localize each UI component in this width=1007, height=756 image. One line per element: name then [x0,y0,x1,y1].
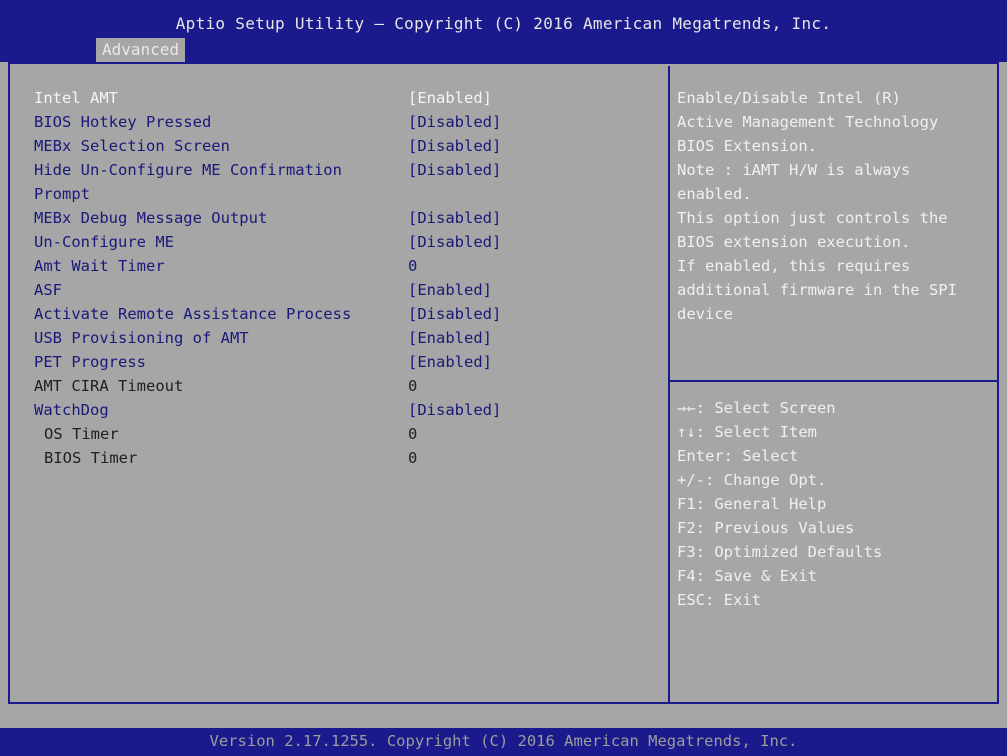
setting-os-timer-label: OS Timer [44,425,119,443]
setting-unconfigure-me-value[interactable]: [Disabled] [408,230,501,254]
keyhelp-enter: Enter: Select [677,447,799,465]
setting-mebx-selection-label[interactable]: MEBx Selection Screen [34,134,230,158]
setting-hide-unconfigure-label[interactable]: Hide Un-Configure ME Confirmation [34,158,342,182]
setting-watchdog-label[interactable]: WatchDog [34,398,109,422]
setting-usb-provisioning-value[interactable]: [Enabled] [408,326,492,350]
setting-remote-assist-value[interactable]: [Disabled] [408,302,501,326]
setting-intel-amt-label[interactable]: Intel AMT [34,86,118,110]
setting-amt-cira-label: AMT CIRA Timeout [34,377,184,395]
setting-asf-label[interactable]: ASF [34,278,62,302]
tab-advanced[interactable]: Advanced [96,38,186,62]
setting-amt-wait-timer-label[interactable]: Amt Wait Timer [34,254,165,278]
keyhelp-select-screen: →←: Select Screen [677,399,836,417]
keyhelp-f1: F1: General Help [677,495,827,513]
help-description: Enable/Disable Intel (R) Active Manageme… [677,89,957,323]
footer-bar: Version 2.17.1255. Copyright (C) 2016 Am… [0,728,1007,756]
setting-mebx-debug-value[interactable]: [Disabled] [408,206,501,230]
panel-divider [668,66,670,702]
keyhelp-f4: F4: Save & Exit [677,567,817,585]
keyhelp-f2: F2: Previous Values [677,519,855,537]
setting-bios-timer-value: 0 [408,449,418,467]
setting-remote-assist-label[interactable]: Activate Remote Assistance Process [34,302,351,326]
version-text: Version 2.17.1255. Copyright (C) 2016 Am… [209,732,798,750]
setting-amt-wait-timer-value[interactable]: 0 [408,254,417,278]
setting-watchdog-value[interactable]: [Disabled] [408,398,501,422]
setting-pet-progress-value[interactable]: [Enabled] [408,350,492,374]
setting-intel-amt-value[interactable]: [Enabled] [408,86,492,110]
setting-pet-progress-label[interactable]: PET Progress [34,350,146,374]
keyhelp-change-opt: +/-: Change Opt. [677,471,827,489]
setting-asf-value[interactable]: [Enabled] [408,278,492,302]
setting-os-timer-value: 0 [408,425,418,443]
setting-bios-hotkey-value[interactable]: [Disabled] [408,110,501,134]
setting-bios-hotkey-label[interactable]: BIOS Hotkey Pressed [34,110,211,134]
window-title: Aptio Setup Utility – Copyright (C) 2016… [175,14,832,33]
setting-mebx-debug-label[interactable]: MEBx Debug Message Output [34,206,267,230]
setting-bios-timer-label: BIOS Timer [44,449,138,467]
keyhelp-f3: F3: Optimized Defaults [677,543,883,561]
setting-hide-unconfigure-value[interactable]: [Disabled] [408,158,501,182]
help-divider [670,380,997,382]
keyhelp-esc: ESC: Exit [677,591,761,609]
setting-amt-cira-value: 0 [408,377,418,395]
setting-usb-provisioning-label[interactable]: USB Provisioning of AMT [34,326,249,350]
setting-hide-unconfigure-label-cont[interactable]: Prompt [34,182,90,206]
header-bar: Aptio Setup Utility – Copyright (C) 2016… [0,0,1007,62]
setting-unconfigure-me-label[interactable]: Un-Configure ME [34,230,174,254]
keyhelp-select-item: ↑↓: Select Item [677,423,817,441]
setting-mebx-selection-value[interactable]: [Disabled] [408,134,501,158]
